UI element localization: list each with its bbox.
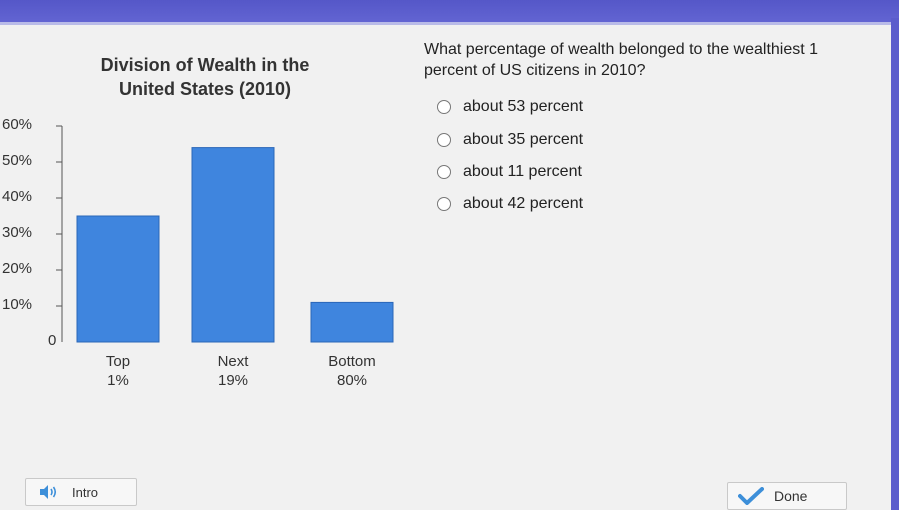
x-tick-label-line: 80% — [336, 372, 368, 389]
x-tick-label-line: Bottom — [328, 353, 376, 370]
radio-button[interactable] — [437, 197, 451, 211]
answer-option-label: about 42 percent — [463, 195, 584, 212]
y-tick-label: 60% — [2, 116, 33, 133]
answer-option-1[interactable]: about 53 percent — [437, 97, 583, 117]
answer-option-label: about 53 percent — [463, 98, 584, 115]
checkmark-icon — [738, 487, 764, 505]
radio-button[interactable] — [437, 133, 451, 147]
bar-bottom — [310, 301, 394, 343]
question-panel: Division of Wealth in the United States … — [0, 25, 891, 510]
bar-chart — [56, 125, 394, 343]
y-tick-label: 20% — [2, 260, 33, 277]
y-tick-label: 40% — [2, 188, 33, 205]
y-tick-label: 0 — [48, 332, 57, 349]
answer-option-label: about 35 percent — [463, 131, 584, 148]
radio-button[interactable] — [437, 100, 451, 114]
x-tick-label: Next 19% — [188, 352, 278, 390]
x-tick-label-line: Top — [105, 353, 131, 370]
answer-option-2[interactable]: about 35 percent — [437, 130, 583, 150]
intro-button[interactable]: Intro — [25, 478, 137, 506]
bar-next — [191, 147, 275, 343]
x-tick-label-line: 19% — [217, 372, 249, 389]
intro-label: Intro — [72, 484, 99, 500]
question-text: What percentage of wealth belonged to th… — [424, 41, 819, 79]
done-label: Done — [774, 488, 808, 504]
x-tick-label-line: Next — [217, 353, 249, 370]
y-tick-label: 10% — [2, 296, 33, 313]
answer-option-3[interactable]: about 11 percent — [437, 162, 582, 182]
bar-top — [76, 215, 160, 343]
window-edge — [891, 18, 899, 510]
radio-button[interactable] — [437, 165, 451, 179]
y-tick-label: 50% — [2, 152, 33, 169]
answer-option-label: about 11 percent — [463, 163, 582, 180]
done-button[interactable]: Done — [727, 482, 847, 510]
speaker-icon — [38, 484, 58, 500]
x-tick-label: Top 1% — [73, 352, 163, 390]
x-tick-label-line: 1% — [107, 372, 129, 389]
answer-option-4[interactable]: about 42 percent — [437, 194, 583, 214]
header-band — [0, 0, 899, 22]
y-tick-label: 30% — [2, 224, 33, 241]
x-tick-label: Bottom 80% — [307, 352, 397, 390]
